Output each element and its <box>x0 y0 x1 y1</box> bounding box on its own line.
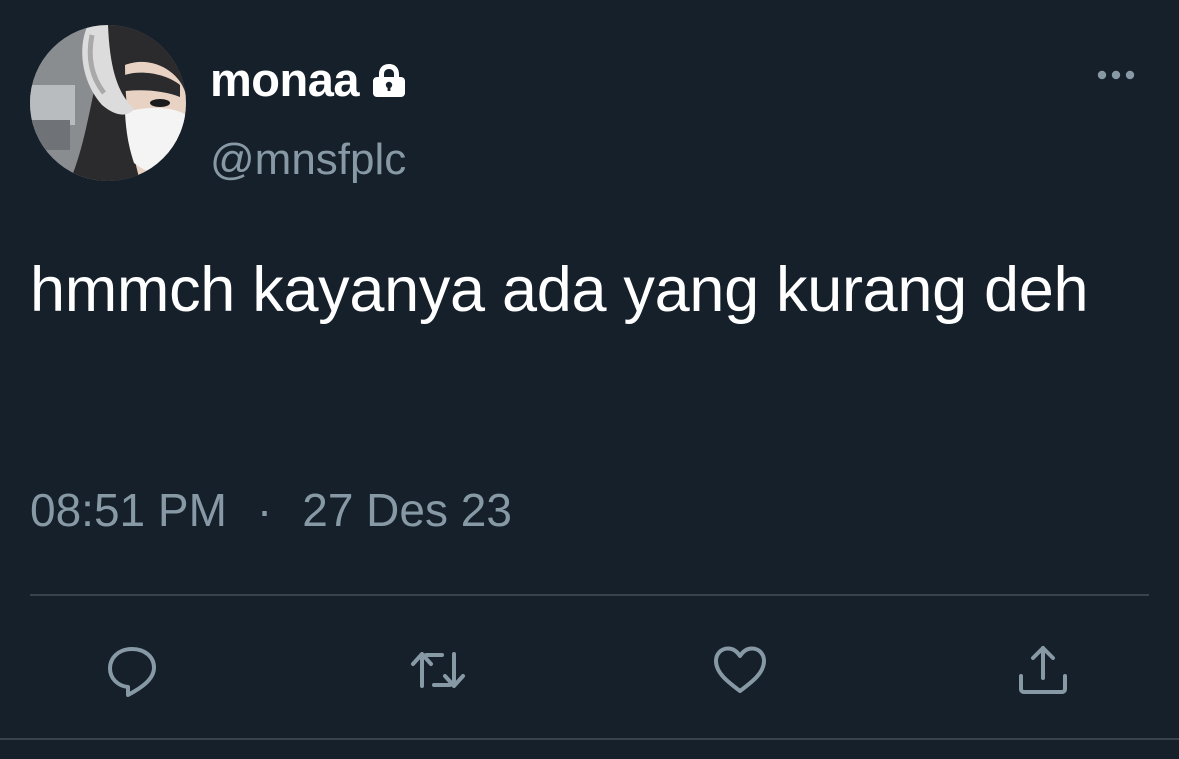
like-icon <box>714 646 766 693</box>
like-button[interactable] <box>710 640 770 700</box>
tweet-text: hmmch kayanya ada yang kurang deh <box>30 255 1089 325</box>
avatar-image <box>30 25 186 181</box>
display-name-row: monaa <box>210 52 411 108</box>
retweet-button[interactable] <box>408 640 468 700</box>
meta-separator: · <box>256 484 273 536</box>
retweet-icon <box>411 652 465 688</box>
tweet-meta: 08:51 PM · 27 Des 23 <box>30 482 512 538</box>
more-options-icon[interactable] <box>1092 60 1140 90</box>
tweet-time[interactable]: 08:51 PM <box>30 482 227 538</box>
tweet-date[interactable]: 27 Des 23 <box>302 482 512 538</box>
user-handle[interactable]: @mnsfplc <box>210 134 406 186</box>
reply-icon <box>108 647 156 697</box>
tweet-card: monaa @mnsfplc hmmch kayanya ada yang ku… <box>0 0 1179 759</box>
share-icon <box>1019 646 1067 694</box>
lock-icon <box>367 58 411 102</box>
avatar[interactable] <box>30 25 186 181</box>
reply-button[interactable] <box>102 640 162 700</box>
display-name[interactable]: monaa <box>210 52 360 108</box>
bottom-border <box>0 738 1179 740</box>
divider <box>30 594 1149 596</box>
share-button[interactable] <box>1013 640 1073 700</box>
